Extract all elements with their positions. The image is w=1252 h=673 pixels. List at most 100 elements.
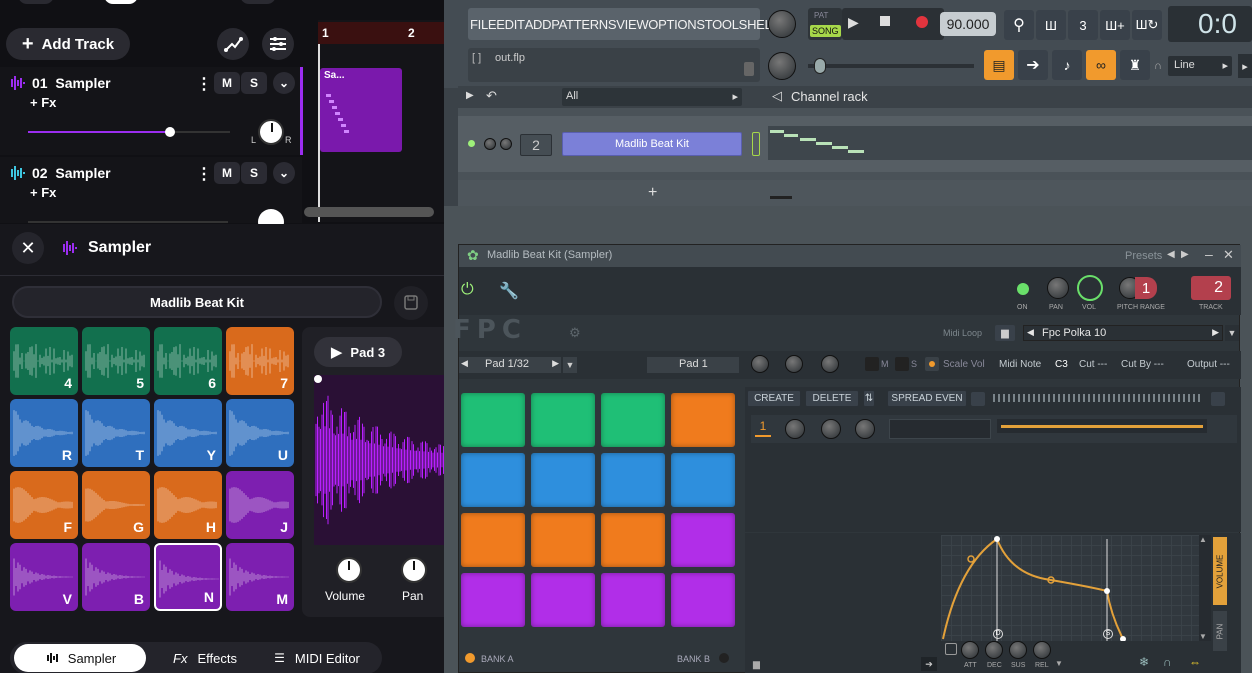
sampler-pad-t[interactable]: T [82,399,150,467]
vol-knob[interactable] [1077,275,1103,301]
menu-view[interactable]: VIEW [616,17,648,32]
layer-number[interactable]: 1 [755,419,771,437]
rack-scrollbar-handle[interactable] [770,196,792,199]
rack-scroll-area[interactable] [458,180,1252,206]
master-volume-knob[interactable] [768,10,796,38]
master-pitch-knob[interactable] [768,52,796,80]
scale-vol-led[interactable] [925,357,939,371]
sampler-pad-7[interactable]: 7 [226,327,294,395]
automation-icon[interactable] [217,28,249,60]
fpc-pad-8[interactable] [671,453,735,507]
spread-even-button[interactable]: SPREAD EVEN [887,390,967,407]
gear-icon[interactable]: ✿ [467,247,479,264]
track-display[interactable]: 2 [1191,276,1231,300]
menu-patterns[interactable]: PATTERNS [551,17,616,32]
more-icon[interactable]: ⋮ [196,74,212,94]
sampler-pad-v[interactable]: V [10,543,78,611]
menu-file[interactable]: FILE [470,17,497,32]
fpc-pad-14[interactable] [531,573,595,627]
on-led[interactable] [1017,283,1029,295]
mute-button[interactable]: M [214,162,240,184]
timeline-scrollbar[interactable] [304,207,434,217]
fpc-pad-11[interactable] [601,513,665,567]
loop-record-icon[interactable]: Ш↻ [1132,10,1162,40]
envelope-arrow-button[interactable]: ➔ [921,657,937,671]
channel-pan-knob[interactable] [484,138,496,150]
kit-selector[interactable]: Madlib Beat Kit [12,286,382,318]
add-channel-button[interactable]: + [648,184,657,202]
fpc-pad-1[interactable] [461,393,525,447]
sustain-point-label[interactable]: S [1103,629,1113,639]
piano-roll-icon[interactable]: ▤ [984,50,1014,80]
typing-keyboard-icon[interactable]: ♜ [1120,50,1150,80]
file-name-panel[interactable]: [ ] out.flp [468,48,760,82]
top-button-partial[interactable] [18,0,54,4]
play-icon[interactable]: ▶ [848,14,859,31]
close-icon[interactable]: ✕ [12,232,44,264]
sampler-pad-h[interactable]: H [154,471,222,539]
tab-sampler[interactable]: Sampler [14,644,146,672]
tab-midi-editor[interactable]: ☰ MIDI Editor [262,644,372,672]
fpc-pad-12[interactable] [671,513,735,567]
fpc-pad-15[interactable] [601,573,665,627]
folder-icon[interactable]: ▆ [753,659,760,670]
song-position-slider[interactable] [808,64,974,68]
volume-slider[interactable] [28,131,170,133]
pat-song-switch[interactable]: PAT SONG [808,8,842,40]
channel-filter-select[interactable]: All ▸ [562,88,742,106]
sample-start-marker[interactable] [314,375,322,383]
time-display[interactable]: 0:0 [1168,6,1252,42]
volume-slider-handle[interactable] [165,127,175,137]
range-display[interactable]: 1 [1135,277,1157,299]
sampler-pad-g[interactable]: G [82,471,150,539]
pan-knob[interactable] [258,119,284,145]
play-pad-button[interactable]: ▶ Pad 3 [314,337,402,367]
arrow-icon[interactable]: ➔ [1018,50,1048,80]
sampler-pad-b[interactable]: B [82,543,150,611]
midi-note-value[interactable]: C3 [1055,359,1068,370]
stop-icon[interactable] [880,16,890,26]
track-01[interactable]: 01 Sampler + Fx ⋮ M S ⌄ L R [0,67,302,155]
wrench-icon[interactable]: 🔧 [499,281,519,301]
sampler-pad-6[interactable]: 6 [154,327,222,395]
step-edit-icon[interactable]: ♪ [1052,50,1082,80]
timeline[interactable]: 1 2 Sa... [304,20,444,222]
presets-label[interactable]: Presets [1125,250,1162,262]
sample-waveform[interactable] [314,375,444,545]
fpc-pad-5[interactable] [461,453,525,507]
sampler-pad-5[interactable]: 5 [82,327,150,395]
add-track-button[interactable]: + Add Track [6,28,130,60]
bank-b-led[interactable] [719,653,729,663]
tab-effects[interactable]: Fx Effects [160,644,250,672]
release-knob[interactable] [1033,641,1051,659]
fpc-pad-4[interactable] [671,393,735,447]
prev-preset-icon[interactable]: ◀ [1167,249,1175,260]
pad-vol-knob[interactable] [751,355,769,373]
snowflake-icon[interactable]: ❄ [1139,655,1149,669]
countdown-icon[interactable]: 3 [1068,10,1098,40]
timeline-ruler[interactable] [318,22,444,44]
midi-clip[interactable]: Sa... [320,68,402,152]
headphones-icon[interactable]: ∩ [1163,655,1172,669]
add-fx-button[interactable]: + Fx [30,185,56,200]
top-button-active-partial[interactable] [104,0,138,4]
decay-knob[interactable] [985,641,1003,659]
sustain-knob[interactable] [1009,641,1027,659]
close-icon[interactable]: ✕ [1223,247,1234,263]
chevron-down-icon[interactable]: ⌄ [273,72,295,94]
chevron-down-icon[interactable]: ▼ [1055,659,1063,668]
layer-sample-field[interactable] [889,419,991,439]
fpc-pad-13[interactable] [461,573,525,627]
plug-icon[interactable]: ⏻ [461,281,474,299]
mixer-icon[interactable] [262,28,294,60]
fpc-pad-3[interactable] [601,393,665,447]
cut-by-field[interactable]: Cut By --- [1121,359,1164,370]
chevron-right-icon[interactable]: ▶ [466,90,474,101]
channel-led[interactable] [468,140,475,147]
attack-knob[interactable] [961,641,979,659]
fpc-pad-7[interactable] [601,453,665,507]
chevron-down-icon[interactable]: ▼ [563,357,577,373]
wait-input-icon[interactable]: Ш [1036,10,1066,40]
fpc-pad-6[interactable] [531,453,595,507]
channel-name-button[interactable]: Madlib Beat Kit [562,132,742,156]
